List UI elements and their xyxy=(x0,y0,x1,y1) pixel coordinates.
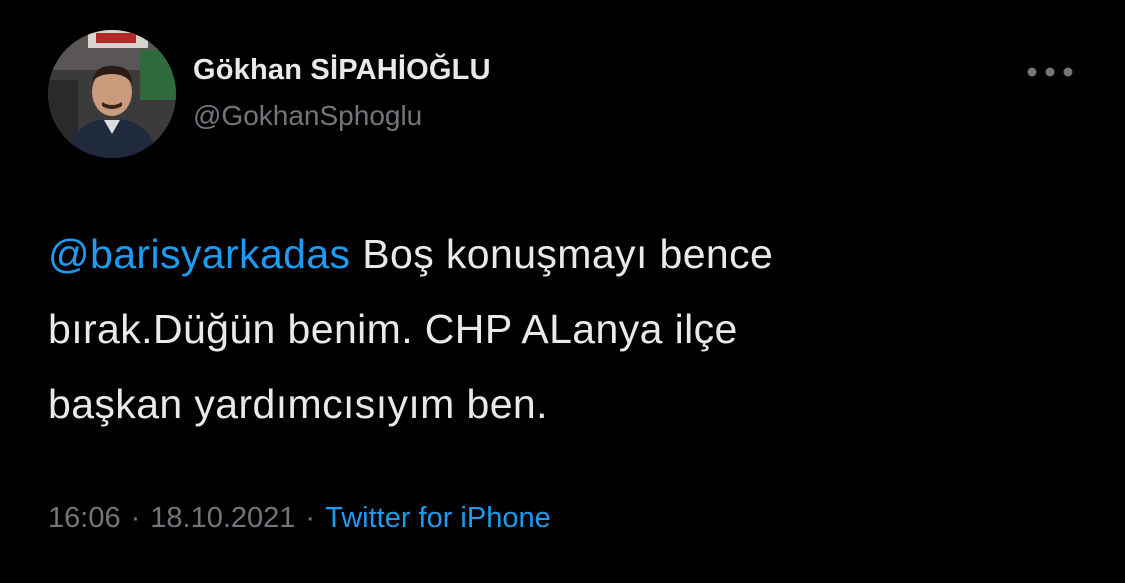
tweet-line-3: başkan yardımcısıyım ben. xyxy=(48,381,548,427)
user-handle[interactable]: @GokhanSphoglu xyxy=(193,100,422,132)
tweet-date[interactable]: 18.10.2021 xyxy=(150,502,295,534)
avatar-photo xyxy=(48,30,176,158)
tweet-line-2: bırak.Düğün benim. CHP ALanya ilçe xyxy=(48,306,738,352)
tweet-text: @barisyarkadas Boş konuşmayı bence bırak… xyxy=(48,217,1068,442)
tweet-line-1-text: Boş konuşmayı bence xyxy=(350,231,774,277)
more-horizontal-icon xyxy=(1027,67,1073,77)
tweet: Gökhan SİPAHİOĞLU @GokhanSphoglu @barisy… xyxy=(0,0,1125,583)
more-options-button[interactable] xyxy=(1022,56,1078,88)
display-name[interactable]: Gökhan SİPAHİOĞLU xyxy=(193,54,491,87)
avatar[interactable] xyxy=(48,30,176,158)
mention-link[interactable]: @barisyarkadas xyxy=(48,231,350,277)
tweet-time[interactable]: 16:06 xyxy=(48,502,121,534)
tweet-metadata: 16:06 · 18.10.2021 · Twitter for iPhone xyxy=(48,502,551,535)
tweet-source-link[interactable]: Twitter for iPhone xyxy=(325,502,551,534)
meta-separator-2: · xyxy=(305,502,316,534)
tweet-line-1: @barisyarkadas Boş konuşmayı bence xyxy=(48,217,1068,292)
meta-separator: · xyxy=(130,502,141,534)
